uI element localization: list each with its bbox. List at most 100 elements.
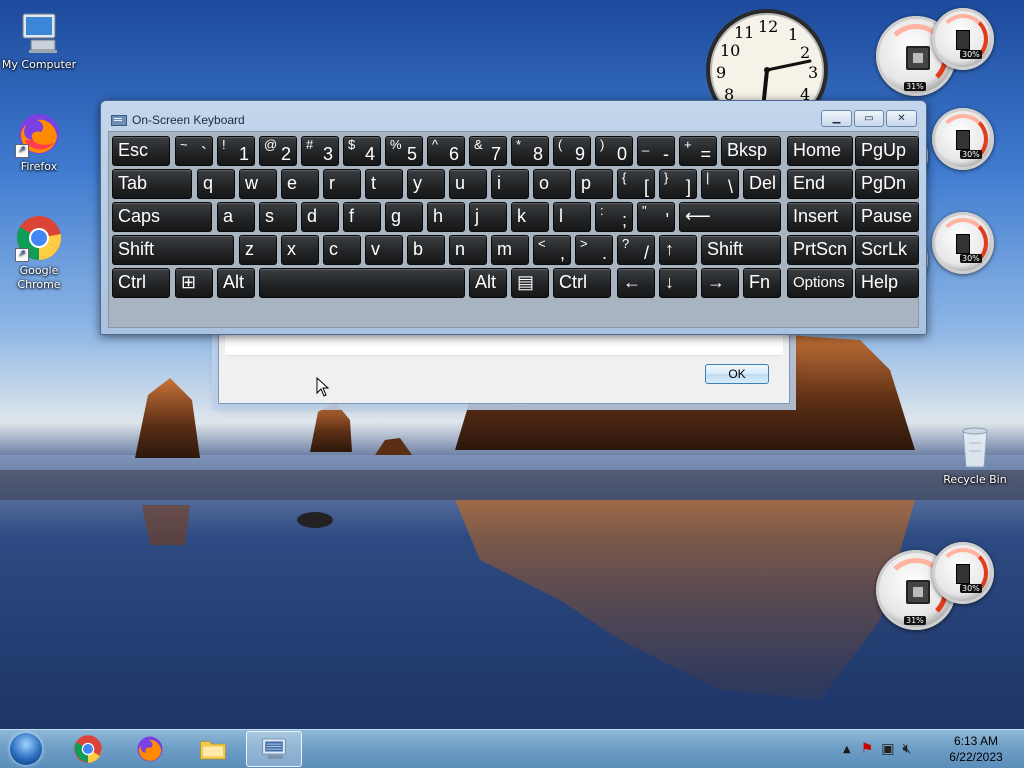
key-end[interactable]: End [787,169,853,199]
key-alt[interactable]: Alt [217,268,255,298]
key-4[interactable]: $4 [343,136,381,166]
ram-icon [956,234,970,254]
key-pgup[interactable]: PgUp [855,136,919,166]
desktop-icon-my-computer[interactable]: My Computer [0,8,79,72]
taskbar-firefox[interactable] [122,731,178,767]
key-n[interactable]: n [449,235,487,265]
network-icon[interactable]: ▣ [881,741,894,757]
key-backslash[interactable]: | \ [701,169,739,199]
key-y[interactable]: y [407,169,445,199]
desktop-icon-recycle-bin[interactable]: Recycle Bin [935,423,1015,487]
key-pause[interactable]: Pause [855,202,919,232]
volume-muted-icon[interactable]: 🔇︎ [903,741,912,757]
key-u[interactable]: u [449,169,487,199]
key-fn[interactable]: Fn [743,268,781,298]
window-title-bar[interactable]: On-Screen Keyboard [111,112,245,128]
key-z[interactable]: z [239,235,277,265]
key-9[interactable]: (9 [553,136,591,166]
taskbar-file-explorer[interactable] [185,731,241,767]
key-m[interactable]: m [491,235,529,265]
taskbar-chrome[interactable] [60,731,116,767]
key-3[interactable]: #3 [301,136,339,166]
key-f[interactable]: f [343,202,381,232]
key-x[interactable]: x [281,235,319,265]
key-left-arrow[interactable]: ← [617,268,655,298]
key-s[interactable]: s [259,202,297,232]
key-j[interactable]: j [469,202,507,232]
key-menu[interactable]: ▤ [511,268,549,298]
key-alt[interactable]: Alt [469,268,507,298]
key-backtick[interactable]: ~ ` [175,136,213,166]
key-equals[interactable]: + = [679,136,717,166]
key-shift[interactable]: Shift [701,235,781,265]
ok-button[interactable]: OK [705,364,769,384]
key-e[interactable]: e [281,169,319,199]
key-tab[interactable]: Tab [112,169,192,199]
key-bksp[interactable]: Bksp [721,136,781,166]
key-semicolon[interactable]: :; [595,202,633,232]
close-button[interactable]: ✕ [886,110,917,127]
key-r[interactable]: r [323,169,361,199]
show-hidden-icons-icon[interactable]: ▲ [843,744,851,755]
key-options[interactable]: Options [787,268,853,298]
cpu-meter-gadget[interactable]: 31% 30% [876,8,1006,103]
key-w[interactable]: w [239,169,277,199]
key-i[interactable]: i [491,169,529,199]
key-shift[interactable]: Shift [112,235,234,265]
key-left-bracket[interactable]: {[ [617,169,655,199]
key-up-arrow[interactable]: ↑ [659,235,697,265]
key-help[interactable]: Help [855,268,919,298]
start-button[interactable] [4,731,48,767]
key-pgdn[interactable]: PgDn [855,169,919,199]
key-home[interactable]: Home [787,136,853,166]
key-2[interactable]: @2 [259,136,297,166]
on-screen-keyboard-window[interactable]: On-Screen Keyboard ▁ ▭ ✕ Esc ~ `! 1 @2 #3 $4% 5… [100,100,927,335]
key-c[interactable]: c [323,235,361,265]
cpu-meter-gadget[interactable]: 31% 30% [876,542,1006,637]
key-o[interactable]: o [533,169,571,199]
key-l[interactable]: l [553,202,591,232]
key-b[interactable]: b [407,235,445,265]
key-enter[interactable]: ⟵ [679,202,781,232]
taskbar-clock[interactable]: 6:13 AM 6/22/2023 [936,733,1016,765]
key-quote[interactable]: " ' [637,202,675,232]
key-t[interactable]: t [365,169,403,199]
key-5[interactable]: % 5 [385,136,423,166]
key-prtscn[interactable]: PrtScn [787,235,853,265]
key-minus[interactable]: _ - [637,136,675,166]
desktop-icon-google-chrome[interactable]: ↗ Google Chrome [0,214,79,292]
key-del[interactable]: Del [743,169,781,199]
key-6[interactable]: ^ 6 [427,136,465,166]
key-comma[interactable]: <, [533,235,571,265]
key-a[interactable]: a [217,202,255,232]
key-period[interactable]: >. [575,235,613,265]
taskbar-on-screen-keyboard[interactable] [246,731,302,767]
key-q[interactable]: q [197,169,235,199]
key-ctrl[interactable]: Ctrl [112,268,170,298]
key-d[interactable]: d [301,202,339,232]
key-0[interactable]: ) 0 [595,136,633,166]
key-windows[interactable]: ⊞ [175,268,213,298]
key-esc[interactable]: Esc [112,136,170,166]
key-8[interactable]: * 8 [511,136,549,166]
key-h[interactable]: h [427,202,465,232]
key-k[interactable]: k [511,202,549,232]
key-right-bracket[interactable]: }] [659,169,697,199]
key-p[interactable]: p [575,169,613,199]
key-space[interactable] [259,268,465,298]
key-7[interactable]: & 7 [469,136,507,166]
action-center-icon[interactable]: ⚑ [861,741,874,757]
maximize-button[interactable]: ▭ [854,110,884,127]
desktop-icon-firefox[interactable]: ↗ Firefox [0,110,79,174]
key-scrlk[interactable]: ScrLk [855,235,919,265]
key-1[interactable]: ! 1 [217,136,255,166]
key-right-arrow[interactable]: → [701,268,739,298]
key-insert[interactable]: Insert [787,202,853,232]
minimize-button[interactable]: ▁ [821,110,852,127]
key-slash[interactable]: ? / [617,235,655,265]
key-ctrl[interactable]: Ctrl [553,268,611,298]
key-g[interactable]: g [385,202,423,232]
key-caps[interactable]: Caps [112,202,212,232]
key-down-arrow[interactable]: ↓ [659,268,697,298]
key-v[interactable]: v [365,235,403,265]
